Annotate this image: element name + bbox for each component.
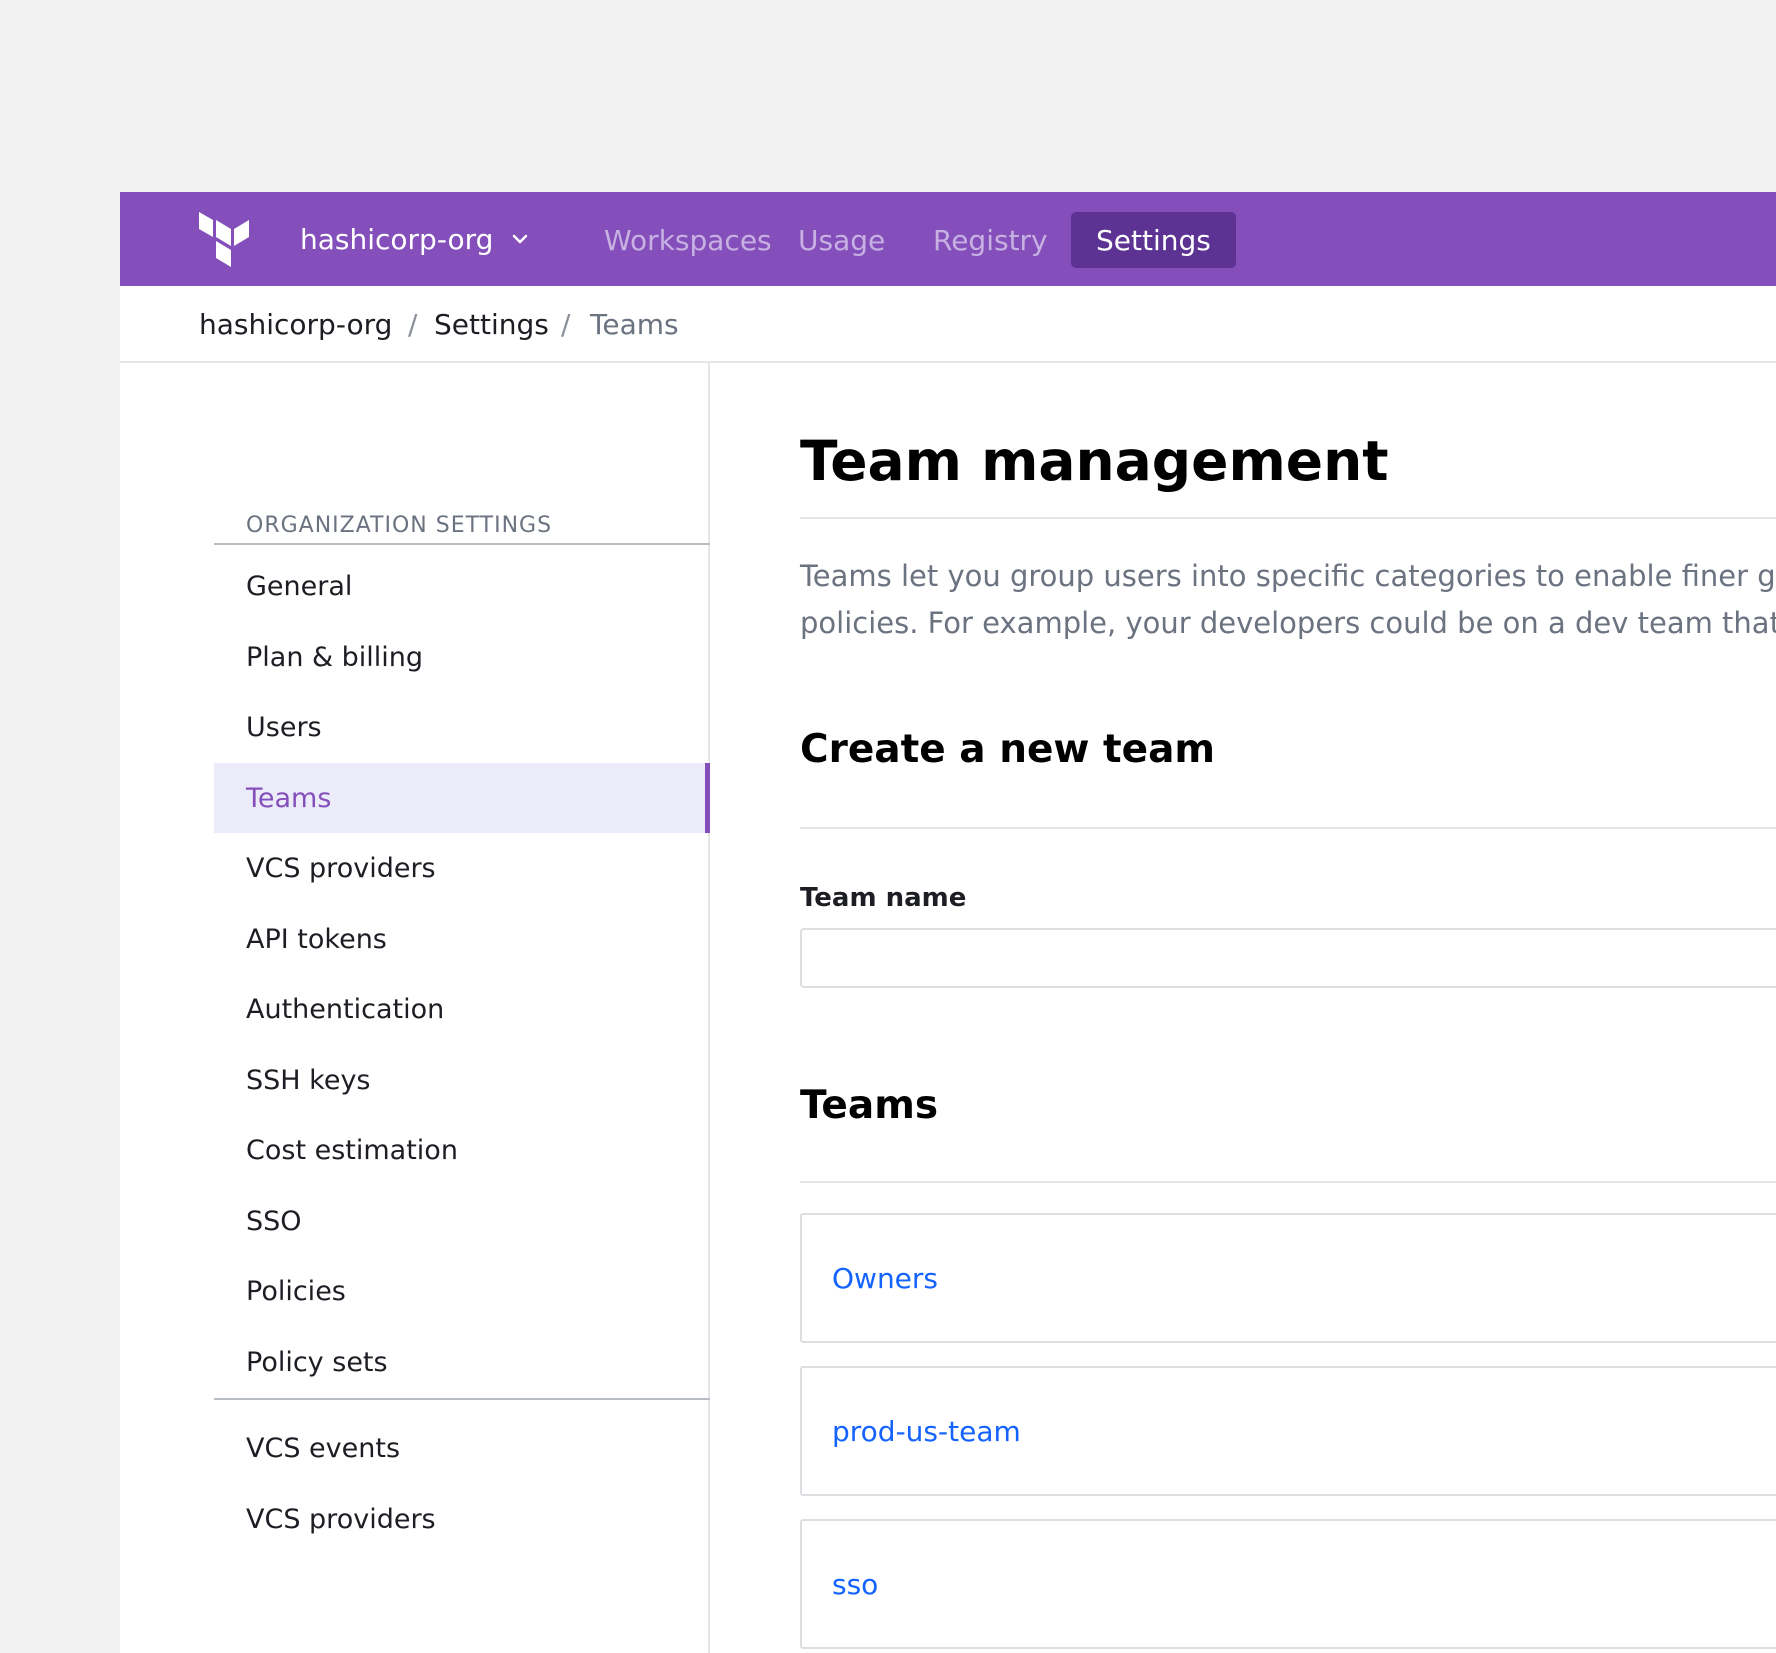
- team-name-label: Team name: [800, 883, 967, 913]
- team-row: prod-us-team: [800, 1366, 1776, 1496]
- nav-workspaces[interactable]: Workspaces: [579, 212, 797, 268]
- nav-registry[interactable]: Registry: [908, 212, 1073, 268]
- team-link-owners[interactable]: Owners: [832, 1262, 938, 1295]
- create-team-heading: Create a new team: [800, 727, 1216, 772]
- sidebar-item-vcs-events[interactable]: VCS events: [214, 1413, 710, 1483]
- section-divider: [800, 827, 1776, 829]
- section-divider: [800, 1181, 1776, 1183]
- terraform-logo-icon[interactable]: [199, 212, 251, 268]
- sidebar-item-policies[interactable]: Policies: [214, 1256, 710, 1326]
- sidebar-item-general[interactable]: General: [214, 551, 710, 621]
- sidebar-item-authentication[interactable]: Authentication: [214, 974, 710, 1044]
- sidebar-item-teams[interactable]: Teams: [214, 763, 710, 833]
- sidebar-heading: ORGANIZATION SETTINGS: [246, 513, 553, 538]
- org-name: hashicorp-org: [300, 222, 494, 256]
- settings-sidebar: ORGANIZATION SETTINGS General Plan & bil…: [120, 363, 710, 1653]
- breadcrumb-separator: /: [561, 307, 571, 341]
- team-link-sso[interactable]: sso: [832, 1568, 878, 1601]
- main-content: Team management Teams let you group user…: [800, 363, 1776, 1653]
- page-description: Teams let you group users into specific …: [800, 553, 1776, 647]
- breadcrumb-teams: Teams: [590, 307, 679, 341]
- top-nav: hashicorp-org Workspaces Usage Registry …: [120, 192, 1776, 286]
- org-switcher[interactable]: hashicorp-org: [300, 214, 531, 264]
- team-row: sso: [800, 1519, 1776, 1649]
- team-link-prod-us-team[interactable]: prod-us-team: [832, 1415, 1021, 1448]
- sidebar-item-vcs-providers[interactable]: VCS providers: [214, 833, 710, 903]
- sidebar-item-sso[interactable]: SSO: [214, 1186, 710, 1256]
- sidebar-item-plan-billing[interactable]: Plan & billing: [214, 622, 710, 692]
- breadcrumb-org[interactable]: hashicorp-org: [199, 286, 392, 362]
- description-line: Teams let you group users into specific …: [800, 559, 1776, 593]
- breadcrumb-settings[interactable]: Settings: [434, 286, 549, 362]
- sidebar-item-policy-sets[interactable]: Policy sets: [214, 1327, 710, 1397]
- team-row: Owners: [800, 1213, 1776, 1343]
- sidebar-item-ssh-keys[interactable]: SSH keys: [214, 1045, 710, 1115]
- sidebar-divider: [214, 543, 710, 545]
- sidebar-item-vcs-providers-secondary[interactable]: VCS providers: [214, 1484, 710, 1554]
- nav-settings[interactable]: Settings: [1071, 212, 1236, 268]
- page-title: Team management: [800, 429, 1389, 493]
- teams-heading: Teams: [800, 1083, 939, 1128]
- title-divider: [800, 517, 1776, 519]
- chevron-down-icon: [513, 234, 528, 244]
- sidebar-item-api-tokens[interactable]: API tokens: [214, 904, 710, 974]
- sidebar-item-users[interactable]: Users: [214, 692, 710, 762]
- team-name-input[interactable]: [800, 928, 1776, 988]
- nav-usage[interactable]: Usage: [773, 212, 910, 268]
- breadcrumb: hashicorp-org / Settings / Teams: [120, 286, 1776, 363]
- sidebar-item-cost-estimation[interactable]: Cost estimation: [214, 1115, 710, 1185]
- description-line: policies. For example, your developers c…: [800, 606, 1776, 640]
- breadcrumb-separator: /: [408, 307, 418, 341]
- app-window: hashicorp-org Workspaces Usage Registry …: [120, 192, 1776, 1653]
- sidebar-divider: [214, 1398, 710, 1400]
